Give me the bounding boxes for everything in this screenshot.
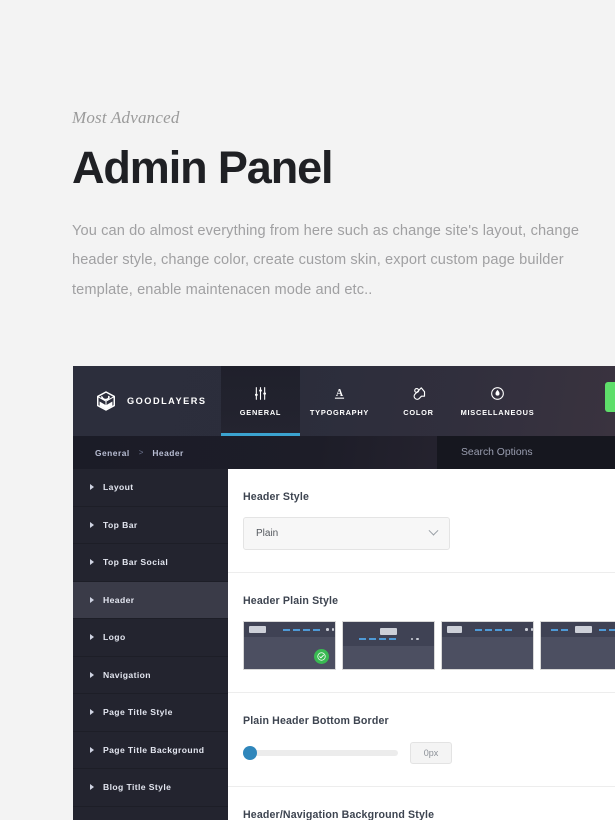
header-style-thumb-logo-left-menu-center[interactable] xyxy=(441,621,534,670)
page-root: Most Advanced Admin Panel You can do alm… xyxy=(0,0,615,820)
caret-right-icon xyxy=(90,747,94,753)
brand-name: GOODLAYERS xyxy=(127,396,207,406)
header-style-thumb-logo-center-menu-below[interactable] xyxy=(342,621,435,670)
cube-logo-icon xyxy=(95,390,117,412)
hero-section: Most Advanced Admin Panel You can do alm… xyxy=(72,108,592,305)
header-plain-style-options xyxy=(243,621,615,670)
sidebar-item-top-bar-social[interactable]: Top Bar Social xyxy=(73,544,228,582)
panel-body: Layout Top Bar Top Bar Social Header Log… xyxy=(73,469,615,820)
panel-topbar: GOODLAYERS xyxy=(73,366,615,436)
field-header-style: Header Style Plain xyxy=(228,469,615,573)
header-style-thumb-logo-left-menu-right[interactable] xyxy=(243,621,336,670)
thumb-menu-dashes-left xyxy=(551,629,568,631)
tab-miscellaneous-label: MISCELLANEOUS xyxy=(461,408,535,417)
hero-description: You can do almost everything from here s… xyxy=(72,217,592,305)
header-style-selected-value: Plain xyxy=(256,528,278,539)
breadcrumb: General > Header xyxy=(73,448,184,458)
search-input[interactable]: Search Options xyxy=(437,436,615,469)
panel-top-navigation: GENERAL A TYPOGRAPHY xyxy=(221,366,537,436)
sidebar-item-label: Top Bar xyxy=(103,520,138,530)
tab-general-label: GENERAL xyxy=(240,408,281,417)
admin-panel-window: GOODLAYERS xyxy=(73,366,615,820)
caret-right-icon xyxy=(90,522,94,528)
caret-right-icon xyxy=(90,597,94,603)
caret-right-icon xyxy=(90,709,94,715)
sidebar-item-top-bar[interactable]: Top Bar xyxy=(73,507,228,545)
sidebar-item-label: Blog Title Style xyxy=(103,782,171,792)
breadcrumb-root[interactable]: General xyxy=(95,448,130,458)
panel-main-content: Header Style Plain Header Plain Style xyxy=(228,469,615,820)
thumb-logo-block xyxy=(575,626,592,633)
field-plain-header-bottom-border: Plain Header Bottom Border 0px xyxy=(228,693,615,787)
thumb-navbar xyxy=(442,622,533,637)
caret-right-icon xyxy=(90,559,94,565)
thumb-navbar xyxy=(343,622,434,646)
sidebar-item-page-title-style[interactable]: Page Title Style xyxy=(73,694,228,732)
thumb-logo-block xyxy=(249,626,266,633)
thumb-icon-dots xyxy=(525,628,533,631)
sidebar-item-header[interactable]: Header xyxy=(73,582,228,620)
caret-right-icon xyxy=(90,634,94,640)
sidebar-item-label: Layout xyxy=(103,482,134,492)
chevron-down-icon xyxy=(429,526,439,536)
header-style-thumb-menu-split-logo-center[interactable] xyxy=(540,621,615,670)
tab-color-label: COLOR xyxy=(403,408,433,417)
tab-typography[interactable]: A TYPOGRAPHY xyxy=(300,366,379,436)
sidebar-item-label: Top Bar Social xyxy=(103,557,168,567)
thumb-icon-dots xyxy=(411,638,419,641)
save-button[interactable] xyxy=(605,382,615,412)
sliders-icon xyxy=(253,385,268,401)
field-label: Plain Header Bottom Border xyxy=(243,715,615,727)
slider-handle[interactable] xyxy=(243,746,257,760)
tab-typography-label: TYPOGRAPHY xyxy=(310,408,369,417)
breadcrumb-separator-icon: > xyxy=(139,448,144,457)
selected-check-icon xyxy=(314,649,329,664)
thumb-menu-dashes xyxy=(359,638,396,640)
caret-right-icon xyxy=(90,672,94,678)
border-slider[interactable] xyxy=(243,750,398,756)
border-slider-row: 0px xyxy=(243,742,615,764)
header-style-select[interactable]: Plain xyxy=(243,517,450,550)
palette-icon xyxy=(411,385,427,401)
tab-color[interactable]: COLOR xyxy=(379,366,458,436)
caret-right-icon xyxy=(90,784,94,790)
thumb-menu-dashes xyxy=(475,629,512,631)
pen-circle-icon xyxy=(490,385,505,401)
thumb-navbar xyxy=(541,622,615,637)
sidebar-item-label: Logo xyxy=(103,632,126,642)
sidebar-item-label: Header xyxy=(103,595,135,605)
field-header-nav-background-style: Header/Navigation Background Style xyxy=(228,787,615,820)
field-label: Header/Navigation Background Style xyxy=(243,809,615,820)
sidebar-item-label: Page Title Background xyxy=(103,745,204,755)
page-title: Admin Panel xyxy=(72,144,592,191)
field-label: Header Style xyxy=(243,491,615,503)
sidebar-item-label: Page Title Style xyxy=(103,707,173,717)
tab-general[interactable]: GENERAL xyxy=(221,366,300,436)
breadcrumb-bar: General > Header Search Options xyxy=(73,436,615,469)
border-value-input[interactable]: 0px xyxy=(410,742,452,764)
sidebar-item-blog-title-style[interactable]: Blog Title Style xyxy=(73,769,228,807)
brand: GOODLAYERS xyxy=(73,366,221,436)
thumb-logo-block xyxy=(380,628,397,635)
tab-miscellaneous[interactable]: MISCELLANEOUS xyxy=(458,366,537,436)
field-label: Header Plain Style xyxy=(243,595,615,607)
thumb-navbar xyxy=(244,622,335,637)
panel-sidebar: Layout Top Bar Top Bar Social Header Log… xyxy=(73,469,228,820)
thumb-menu-dashes-right xyxy=(599,629,615,631)
breadcrumb-current: Header xyxy=(152,448,183,458)
svg-text:A: A xyxy=(336,388,344,399)
letter-a-icon: A xyxy=(332,385,347,401)
field-header-plain-style: Header Plain Style xyxy=(228,573,615,693)
thumb-menu-dashes xyxy=(283,629,320,631)
sidebar-item-page-title-background[interactable]: Page Title Background xyxy=(73,732,228,770)
hero-eyebrow: Most Advanced xyxy=(72,108,592,128)
sidebar-item-logo[interactable]: Logo xyxy=(73,619,228,657)
caret-right-icon xyxy=(90,484,94,490)
sidebar-item-label: Navigation xyxy=(103,670,151,680)
thumb-icon-dots xyxy=(326,628,334,631)
sidebar-item-layout[interactable]: Layout xyxy=(73,469,228,507)
sidebar-item-navigation[interactable]: Navigation xyxy=(73,657,228,695)
thumb-logo-block xyxy=(447,626,462,633)
